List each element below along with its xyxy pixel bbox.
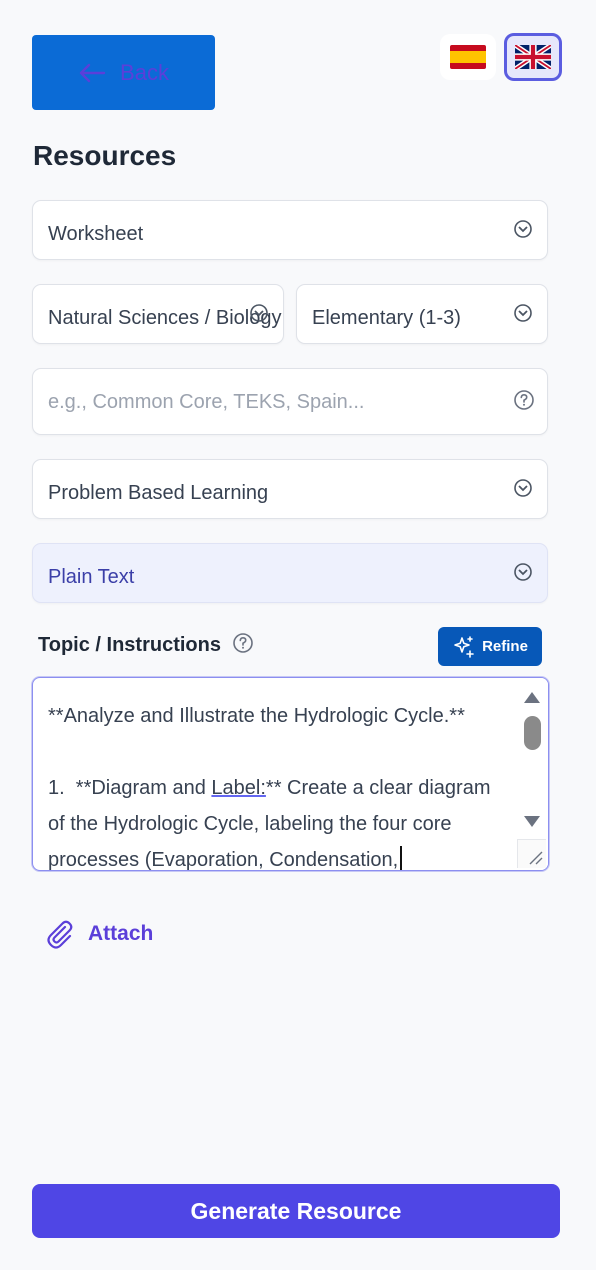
help-icon[interactable] (232, 632, 254, 654)
subject-value: Natural Sciences / Biology (48, 307, 282, 329)
scroll-up-arrow-icon[interactable] (524, 692, 540, 703)
arrow-left-icon (79, 63, 106, 82)
topic-textarea[interactable]: **Analyze and Illustrate the Hydrologic … (32, 677, 549, 871)
resource-type-value: Worksheet (48, 223, 144, 245)
help-icon[interactable] (513, 389, 535, 411)
page-title: Resources (33, 140, 177, 171)
language-es-button[interactable] (440, 34, 496, 80)
uk-flag-icon (515, 45, 551, 69)
chevron-down-icon (514, 220, 532, 238)
generate-resource-button[interactable]: Generate Resource (32, 1184, 560, 1238)
topic-label: Topic / Instructions (38, 634, 221, 656)
paperclip-icon (47, 920, 73, 949)
format-select[interactable]: Plain Text (32, 543, 548, 603)
subject-select[interactable]: Natural Sciences / Biology (32, 284, 284, 344)
refine-label: Refine (482, 638, 528, 655)
sparkles-icon (454, 635, 474, 658)
method-select[interactable]: Problem Based Learning (32, 459, 548, 519)
resize-handle-icon[interactable] (517, 839, 546, 868)
chevron-down-icon (514, 563, 532, 581)
scroll-down-arrow-icon[interactable] (524, 816, 540, 827)
resource-type-select[interactable]: Worksheet (32, 200, 548, 260)
chevron-down-icon (250, 304, 268, 322)
attach-label: Attach (88, 922, 154, 945)
spain-flag-icon (450, 45, 486, 69)
back-label: Back (120, 59, 169, 85)
topic-text: **Analyze and Illustrate the Hydrologic … (48, 705, 497, 871)
generate-label: Generate Resource (190, 1197, 402, 1224)
scroll-thumb[interactable] (524, 716, 541, 750)
grade-select[interactable]: Elementary (1-3) (296, 284, 548, 344)
standard-placeholder: e.g., Common Core, TEKS, Spain... (48, 391, 365, 413)
standard-input[interactable]: e.g., Common Core, TEKS, Spain... (32, 368, 548, 435)
chevron-down-icon (514, 479, 532, 497)
grade-value: Elementary (1-3) (312, 307, 461, 329)
refine-button[interactable]: Refine (438, 627, 542, 666)
language-en-button[interactable] (504, 33, 562, 81)
attach-button[interactable]: Attach (44, 918, 153, 950)
back-button[interactable]: Back (32, 35, 215, 110)
chevron-down-icon (514, 304, 532, 322)
method-value: Problem Based Learning (48, 482, 269, 504)
format-value: Plain Text (48, 566, 135, 588)
